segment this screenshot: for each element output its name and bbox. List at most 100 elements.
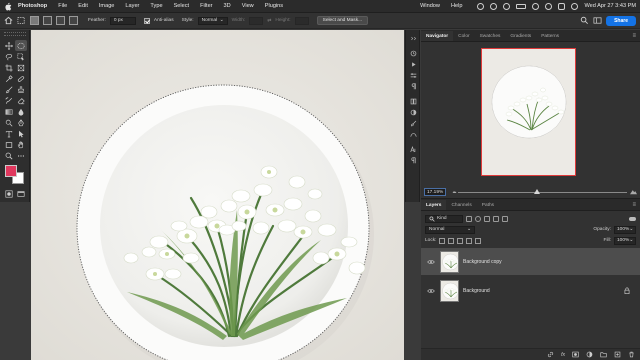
- menu-image[interactable]: Image: [99, 3, 115, 9]
- tab-layers[interactable]: Layers: [421, 200, 447, 210]
- pen-tool[interactable]: [15, 117, 27, 128]
- navigator-view-box[interactable]: [481, 48, 576, 176]
- battery-icon[interactable]: [516, 3, 527, 9]
- panel-menu-icon[interactable]: ≡: [632, 33, 636, 39]
- menu-window[interactable]: Window: [420, 3, 440, 9]
- search-icon[interactable]: [580, 16, 589, 25]
- share-button[interactable]: Share: [606, 15, 636, 26]
- tab-paths[interactable]: Paths: [477, 200, 499, 210]
- lock-image-pixels-icon[interactable]: [448, 237, 455, 244]
- actions-panel-button[interactable]: [406, 59, 421, 70]
- gradient-tool[interactable]: [3, 106, 15, 117]
- style-select[interactable]: Normal ⌄: [197, 16, 228, 25]
- new-group-folder-icon[interactable]: [600, 351, 607, 358]
- shape-tool[interactable]: [3, 139, 15, 150]
- screen-mode-icon[interactable]: [17, 190, 25, 198]
- dodge-tool[interactable]: [3, 117, 15, 128]
- tab-navigator[interactable]: Navigator: [421, 31, 454, 41]
- brush-tool[interactable]: [3, 84, 15, 95]
- home-icon[interactable]: [4, 16, 13, 25]
- circle-status-icon[interactable]: [503, 2, 511, 10]
- tab-swatches[interactable]: Swatches: [475, 31, 506, 41]
- path-select-tool[interactable]: [15, 128, 27, 139]
- zoom-slider-handle[interactable]: [534, 189, 540, 194]
- lock-artboard-icon[interactable]: [466, 237, 473, 244]
- control-center-icon[interactable]: [558, 2, 566, 10]
- apple-icon[interactable]: [4, 2, 12, 11]
- zoom-in-mountain-icon[interactable]: [630, 188, 637, 195]
- zoom-tool[interactable]: [3, 150, 15, 161]
- menu-type[interactable]: Type: [150, 3, 162, 9]
- menu-layer[interactable]: Layer: [125, 3, 139, 9]
- pixel-layer-filter-icon[interactable]: [466, 215, 472, 222]
- crop-tool[interactable]: [3, 62, 15, 73]
- foreground-color-swatch[interactable]: [5, 165, 17, 177]
- menu-select[interactable]: Select: [174, 3, 190, 9]
- brushes-panel-button[interactable]: [406, 118, 421, 129]
- menu-help[interactable]: Help: [451, 3, 463, 9]
- move-tool[interactable]: [3, 40, 15, 51]
- menu-file[interactable]: File: [58, 3, 67, 9]
- type-tool[interactable]: [3, 128, 15, 139]
- glyphs-panel-button[interactable]: [406, 81, 421, 92]
- tab-color[interactable]: Color: [453, 31, 474, 41]
- link-layers-icon[interactable]: [547, 351, 554, 358]
- tab-gradients[interactable]: Gradients: [505, 31, 536, 41]
- stamp-tool[interactable]: [15, 84, 27, 95]
- panel-grip[interactable]: [4, 32, 26, 36]
- dropbox-icon[interactable]: [490, 2, 498, 10]
- fill-input[interactable]: 100% ⌄: [614, 236, 636, 245]
- paragraph-panel-button[interactable]: [406, 155, 421, 166]
- marquee-tool-preset-icon[interactable]: [17, 16, 26, 25]
- navigator-preview[interactable]: [481, 48, 576, 176]
- layer-name[interactable]: Background: [463, 288, 490, 294]
- quick-mask-icon[interactable]: [5, 190, 13, 198]
- character-panel-button[interactable]: [406, 144, 421, 155]
- new-adjustment-layer-icon[interactable]: [586, 351, 593, 358]
- subtract-from-selection-button[interactable]: [56, 16, 65, 25]
- eraser-tool[interactable]: [15, 95, 27, 106]
- history-panel-button[interactable]: [406, 48, 421, 59]
- collapse-panels-button[interactable]: [406, 33, 421, 44]
- properties-panel-button[interactable]: [406, 70, 421, 81]
- layer-filter-toggle[interactable]: [629, 216, 636, 221]
- feather-input[interactable]: 0 px: [109, 16, 136, 25]
- layer-name[interactable]: Background copy: [463, 259, 502, 265]
- libraries-panel-button[interactable]: [406, 96, 421, 107]
- wifi-icon[interactable]: [532, 2, 540, 10]
- spotlight-search-icon[interactable]: [545, 2, 553, 10]
- lock-transparent-pixels-icon[interactable]: [439, 237, 446, 244]
- layer-kind-select[interactable]: Kind: [425, 214, 463, 223]
- intersect-selection-button[interactable]: [69, 16, 78, 25]
- clock[interactable]: Wed Apr 27 3:43 PM: [584, 3, 636, 9]
- new-selection-button[interactable]: [30, 16, 39, 25]
- adjustment-layer-filter-icon[interactable]: [475, 215, 481, 222]
- lock-all-icon[interactable]: [475, 237, 482, 244]
- tab-patterns[interactable]: Patterns: [536, 31, 564, 41]
- workspace-icon[interactable]: [593, 16, 602, 25]
- marquee-tool[interactable]: [15, 40, 27, 51]
- type-layer-filter-icon[interactable]: [484, 215, 490, 222]
- visibility-eye-icon[interactable]: [427, 259, 435, 265]
- blur-tool[interactable]: [15, 106, 27, 117]
- creative-cloud-icon[interactable]: [477, 2, 485, 10]
- more-tools-button[interactable]: [15, 150, 27, 161]
- zoom-level-input[interactable]: 17.19%: [424, 188, 446, 196]
- object-select-tool[interactable]: [15, 51, 27, 62]
- menu-view[interactable]: View: [242, 3, 254, 9]
- hand-tool[interactable]: [15, 139, 27, 150]
- select-and-mask-button[interactable]: Select and Mask...: [316, 16, 369, 25]
- siri-icon[interactable]: [571, 2, 579, 10]
- layer-style-fx-button[interactable]: fx: [561, 352, 565, 358]
- menu-filter[interactable]: Filter: [200, 3, 212, 9]
- delete-layer-trash-icon[interactable]: [628, 351, 635, 358]
- blend-mode-select[interactable]: Normal ⌄: [425, 225, 475, 234]
- opacity-input[interactable]: 100% ⌄: [614, 225, 636, 234]
- layers-panel-menu-icon[interactable]: ≡: [632, 202, 636, 208]
- frame-tool[interactable]: [15, 62, 27, 73]
- menu-app-name[interactable]: Photoshop: [18, 3, 47, 9]
- width-input[interactable]: [249, 16, 264, 25]
- history-brush-tool[interactable]: [3, 95, 15, 106]
- layer-row-background[interactable]: Background: [421, 277, 640, 304]
- zoom-out-mountain-icon[interactable]: [452, 189, 457, 194]
